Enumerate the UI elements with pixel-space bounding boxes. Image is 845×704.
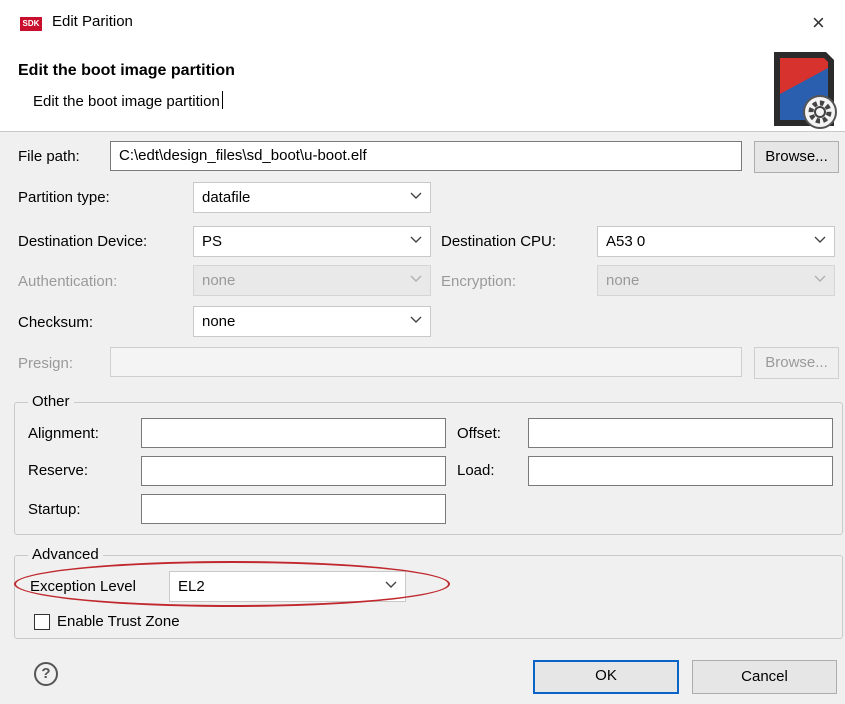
load-input[interactable] <box>528 456 833 486</box>
reserve-input[interactable] <box>141 456 446 486</box>
close-icon[interactable]: × <box>812 8 825 38</box>
text-cursor <box>221 91 223 109</box>
alignment-input[interactable] <box>141 418 446 448</box>
highlight-ellipse <box>14 561 450 607</box>
header-title: Edit the boot image partition <box>18 62 235 79</box>
chevron-down-icon <box>410 316 422 323</box>
destination-device-label: Destination Device: <box>18 233 148 250</box>
encryption-label: Encryption: <box>441 273 517 290</box>
file-path-input[interactable]: C:\edt\design_files\sd_boot\u-boot.elf <box>110 141 742 171</box>
sd-card-gear-icon <box>774 52 837 129</box>
file-path-label: File path: <box>18 148 80 165</box>
partition-type-label: Partition type: <box>18 189 110 206</box>
partition-type-value: datafile <box>202 189 251 206</box>
help-icon[interactable]: ? <box>34 662 58 686</box>
advanced-group-legend: Advanced <box>28 546 103 563</box>
ok-button[interactable]: OK <box>533 660 679 694</box>
trust-zone-label[interactable]: Enable Trust Zone <box>57 613 180 630</box>
file-path-browse-button[interactable]: Browse... <box>754 141 839 173</box>
encryption-value: none <box>606 272 640 289</box>
destination-cpu-select[interactable]: A53 0 <box>597 226 835 257</box>
presign-browse-button: Browse... <box>754 347 839 379</box>
presign-label: Presign: <box>18 355 74 372</box>
alignment-label: Alignment: <box>28 425 99 442</box>
encryption-select: none <box>597 265 835 296</box>
startup-input[interactable] <box>141 494 446 524</box>
offset-label: Offset: <box>457 425 501 442</box>
load-label: Load: <box>457 462 495 479</box>
header-description-text: Edit the boot image partition <box>33 93 220 110</box>
destination-device-select[interactable]: PS <box>193 226 431 257</box>
trust-zone-checkbox[interactable] <box>34 614 50 630</box>
destination-cpu-label: Destination CPU: <box>441 233 557 250</box>
destination-device-value: PS <box>202 233 223 250</box>
partition-type-select[interactable]: datafile <box>193 182 431 213</box>
chevron-down-icon <box>410 275 422 282</box>
startup-label: Startup: <box>28 501 81 518</box>
presign-input <box>110 347 742 377</box>
authentication-value: none <box>202 272 236 289</box>
window-title: Edit Parition <box>52 13 133 30</box>
authentication-label: Authentication: <box>18 273 118 290</box>
offset-input[interactable] <box>528 418 833 448</box>
sdk-logo-icon: SDK <box>20 17 42 31</box>
chevron-down-icon <box>814 236 826 243</box>
header-description: Edit the boot image partition <box>33 91 223 110</box>
chevron-down-icon <box>814 275 826 282</box>
other-group-legend: Other <box>28 393 74 410</box>
authentication-select: none <box>193 265 431 296</box>
cancel-button[interactable]: Cancel <box>692 660 837 694</box>
chevron-down-icon <box>410 192 422 199</box>
checksum-value: none <box>202 313 236 330</box>
checksum-select[interactable]: none <box>193 306 431 337</box>
checksum-label: Checksum: <box>18 314 94 331</box>
chevron-down-icon <box>410 236 422 243</box>
destination-cpu-value: A53 0 <box>606 233 646 250</box>
dialog-header <box>0 46 845 132</box>
reserve-label: Reserve: <box>28 462 89 479</box>
